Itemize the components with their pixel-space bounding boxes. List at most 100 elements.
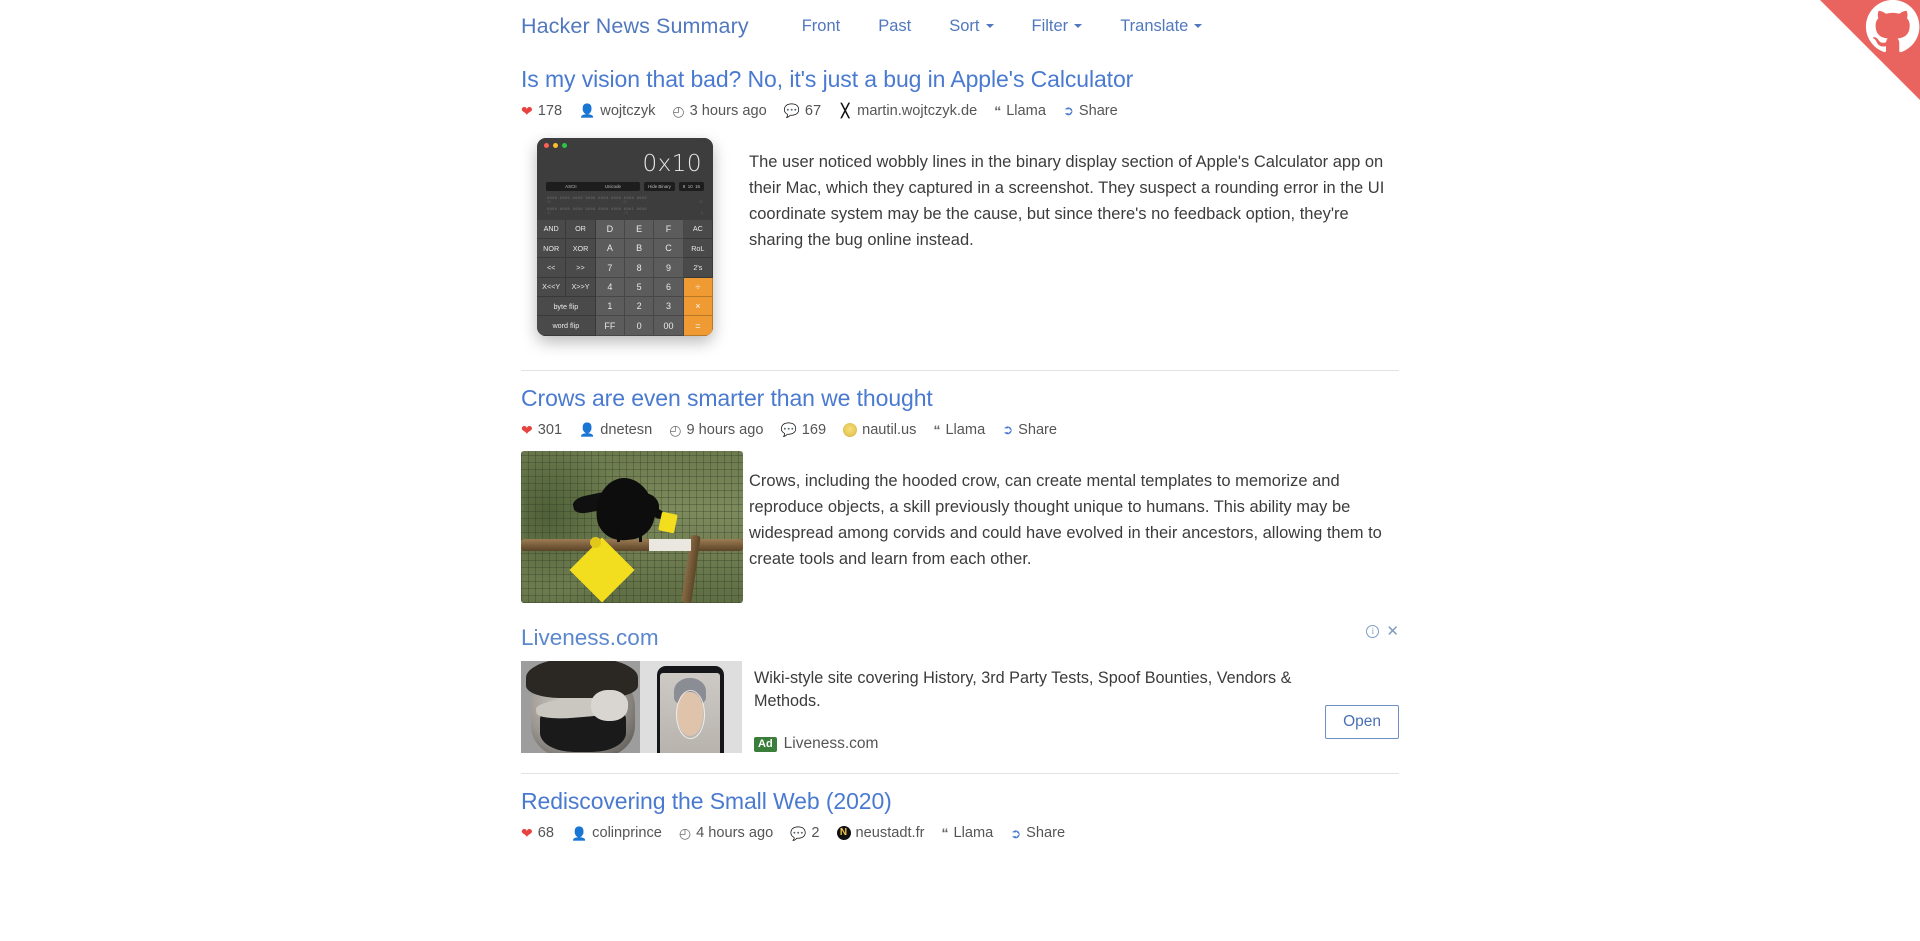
story-meta: ❤ 301 👤 dnetesn ◴ 9 hours ago 💬 169 naut… [521, 422, 1399, 438]
calc-key: X>>Y [566, 277, 596, 298]
ad-right-photo [640, 660, 742, 753]
nav-link-past[interactable]: Past [859, 17, 930, 36]
ad-source-row: Ad Liveness.com [754, 735, 1305, 753]
comments-count: 2 [811, 825, 820, 842]
story-body: 0x10 ASCII Unicode Hide Binary 8 10 16 0… [521, 131, 1399, 350]
comment-icon: 💬 [790, 825, 807, 841]
timestamp-value: 4 hours ago [696, 825, 774, 842]
brand-link[interactable]: Hacker News Summary [521, 14, 749, 39]
calc-key: 8 [625, 258, 655, 278]
bit-label: 32 [699, 199, 703, 204]
timestamp: ◴ 9 hours ago [669, 422, 763, 438]
nav-dropdown-translate-label: Translate [1120, 16, 1189, 35]
timestamp: ◴ 3 hours ago [672, 103, 766, 119]
calc-key: A [595, 239, 625, 259]
chevron-down-icon [1074, 24, 1083, 28]
comments-link[interactable]: 💬 169 [781, 422, 827, 438]
page-root: Hacker News Summary Front Past Sort Filt… [0, 0, 1920, 941]
share-icon: ➲ [1062, 103, 1074, 119]
calc-key: NOR [537, 239, 567, 259]
comments-link[interactable]: 💬 2 [790, 825, 819, 841]
ad-description: Wiki-style site covering History, 3rd Pa… [754, 668, 1292, 710]
author-name: colinprince [592, 825, 662, 842]
quote-icon: “ [941, 825, 949, 842]
calc-key: >> [566, 258, 596, 278]
author-link[interactable]: 👤 wojtczyk [579, 103, 655, 119]
author-link[interactable]: 👤 colinprince [571, 825, 662, 841]
author-link[interactable]: 👤 dnetesn [579, 422, 652, 438]
heart-icon: ❤ [521, 102, 533, 119]
face-detect-oval [675, 690, 705, 740]
story-list: Is my vision that bad? No, it's just a b… [521, 52, 1399, 854]
calc-key: × [683, 297, 713, 317]
source-domain: martin.wojtczyk.de [857, 102, 978, 119]
model-badge: “ Llama [994, 103, 1046, 119]
share-icon: ➲ [1010, 825, 1022, 841]
nav-dropdown-sort-label: Sort [949, 16, 980, 35]
bit-label: 15 [624, 210, 628, 215]
info-icon[interactable]: i [1366, 624, 1380, 638]
author-name: dnetesn [600, 421, 653, 438]
minimize-dot-icon [553, 142, 558, 148]
story-thumbnail[interactable] [521, 450, 743, 603]
ad-open-button[interactable]: Open [1325, 704, 1399, 739]
nav-link-front[interactable]: Front [783, 17, 860, 36]
source-domain-link[interactable]: N neustadt.fr [836, 825, 925, 842]
share-label: Share [1018, 421, 1058, 438]
source-domain-link[interactable]: nautil.us [843, 422, 916, 438]
calc-key: 5 [625, 277, 655, 298]
calc-key: 9 [654, 258, 684, 278]
calculator-screenshot: 0x10 ASCII Unicode Hide Binary 8 10 16 0… [521, 131, 741, 350]
nav-dropdown-filter[interactable]: Filter [1013, 17, 1102, 36]
calc-key: 7 [595, 258, 625, 278]
story-thumbnail[interactable]: 0x10 ASCII Unicode Hide Binary 8 10 16 0… [521, 131, 741, 350]
calculator-window: 0x10 ASCII Unicode Hide Binary 8 10 16 0… [537, 137, 713, 336]
calc-key: 1 [595, 297, 625, 317]
model-name: Llama [945, 421, 986, 438]
points-value: 301 [537, 421, 563, 438]
ad-left-photo [521, 660, 643, 753]
ad-thumbnail[interactable] [521, 660, 742, 753]
comments-link[interactable]: 💬 67 [784, 103, 821, 119]
model-badge: “ Llama [942, 825, 994, 841]
source-domain-link[interactable]: ╳ martin.wojtczyk.de [838, 103, 977, 119]
share-button[interactable]: ➲ Share [1063, 103, 1118, 119]
github-corner-ribbon[interactable] [1820, 0, 1920, 100]
story-title-link[interactable]: Crows are even smarter than we thought [521, 384, 1399, 413]
story-meta: ❤ 68 👤 colinprince ◴ 4 hours ago 💬 2 N n… [521, 825, 1399, 841]
close-icon[interactable]: ✕ [1386, 624, 1399, 639]
site-favicon-icon: N [836, 826, 851, 841]
timestamp-value: 9 hours ago [686, 421, 764, 438]
window-controls [544, 142, 706, 148]
source-domain: neustadt.fr [855, 825, 925, 842]
share-button[interactable]: ➲ Share [1002, 422, 1057, 438]
site-favicon-icon [843, 422, 858, 437]
unicode-label: Unicode [604, 183, 621, 189]
clock-icon: ◴ [669, 421, 682, 438]
nav-dropdown-translate[interactable]: Translate [1101, 17, 1221, 36]
story-meta: ❤ 178 👤 wojtczyk ◴ 3 hours ago 💬 67 ╳ ma… [521, 103, 1399, 119]
branch-tape [649, 538, 691, 551]
calculator-display: 0x10 [642, 150, 702, 177]
share-button[interactable]: ➲ Share [1010, 825, 1065, 841]
phone-screen [659, 672, 721, 753]
points: ❤ 301 [521, 422, 562, 438]
source-domain: nautil.us [862, 421, 917, 438]
story-title-link[interactable]: Rediscovering the Small Web (2020) [521, 787, 1399, 816]
user-icon: 👤 [579, 103, 596, 119]
story-title-link[interactable]: Is my vision that bad? No, it's just a b… [521, 65, 1399, 94]
nav-dropdown-sort[interactable]: Sort [930, 17, 1012, 36]
comment-icon: 💬 [783, 103, 800, 119]
bit-label: 47 [623, 199, 627, 204]
ad-badge: Ad [754, 736, 777, 752]
crow-leg [639, 528, 642, 542]
share-label: Share [1026, 825, 1066, 842]
points-value: 178 [537, 102, 563, 119]
points: ❤ 178 [521, 103, 562, 119]
hide-binary-chip: Hide Binary [644, 181, 675, 191]
story-item: Is my vision that bad? No, it's just a b… [521, 52, 1399, 371]
calc-key: AND [537, 219, 567, 240]
ad-title-link[interactable]: Liveness.com [521, 625, 659, 651]
calc-key: X<<Y [537, 277, 567, 298]
share-label: Share [1078, 102, 1118, 119]
